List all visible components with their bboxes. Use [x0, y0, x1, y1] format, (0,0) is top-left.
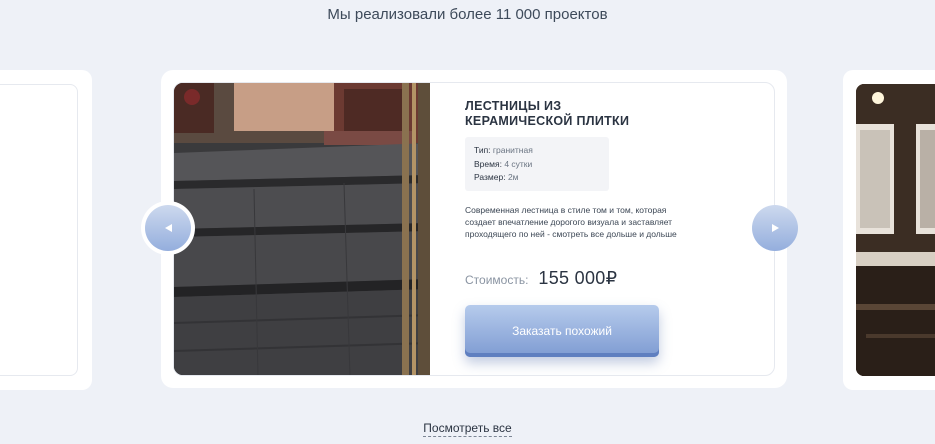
next-card-photo — [856, 84, 935, 376]
spec-row-type: Тип: гранитная — [474, 144, 600, 158]
spec-value: гранитная — [492, 145, 533, 155]
price-value: 155 000₽ — [538, 268, 618, 288]
section-heading: Мы реализовали более 11 000 проектов — [327, 6, 608, 23]
arrow-left-icon — [164, 224, 172, 232]
prev-circle — [145, 205, 191, 251]
project-specs: Тип: гранитная Время: 4 сутки Размер: 2м — [465, 137, 609, 191]
previous-card-frame — [0, 84, 78, 376]
carousel-next-button[interactable] — [748, 201, 802, 255]
project-description: Современная лестница в стиле том и том, … — [465, 204, 677, 239]
spec-value: 4 сутки — [504, 158, 533, 169]
see-all-container: Посмотреть все — [0, 419, 935, 437]
spec-key: Размер: — [474, 172, 506, 182]
carousel-card-next[interactable] — [843, 70, 935, 390]
price-row: Стоимость: 155 000₽ — [465, 268, 617, 289]
carousel-prev-button[interactable] — [141, 201, 195, 255]
spec-row-time: Время: 4 сутки — [474, 158, 600, 172]
bathroom-illustration — [856, 84, 935, 376]
arrow-right-icon — [771, 224, 779, 232]
project-info: ЛЕСТНИЦЫ ИЗ КЕРАМИЧЕСКОЙ ПЛИТКИ Тип: гра… — [465, 99, 765, 240]
stairs-illustration — [174, 83, 430, 375]
project-photo — [174, 83, 430, 375]
next-circle — [752, 205, 798, 251]
project-card: ЛЕСТНИЦЫ ИЗ КЕРАМИЧЕСКОЙ ПЛИТКИ Тип: гра… — [161, 70, 787, 388]
see-all-link[interactable]: Посмотреть все — [423, 421, 512, 437]
spec-key: Время: — [474, 158, 502, 169]
carousel-card-previous[interactable] — [0, 70, 92, 390]
price-label: Стоимость: — [465, 273, 529, 287]
project-title: ЛЕСТНИЦЫ ИЗ КЕРАМИЧЕСКОЙ ПЛИТКИ — [465, 99, 630, 128]
project-card-frame: ЛЕСТНИЦЫ ИЗ КЕРАМИЧЕСКОЙ ПЛИТКИ Тип: гра… — [173, 82, 775, 376]
spec-row-size: Размер: 2м — [474, 171, 600, 185]
spec-value: 2м — [507, 172, 519, 182]
order-similar-button[interactable]: Заказать похожий — [465, 305, 659, 357]
spec-key: Тип: — [474, 145, 491, 155]
